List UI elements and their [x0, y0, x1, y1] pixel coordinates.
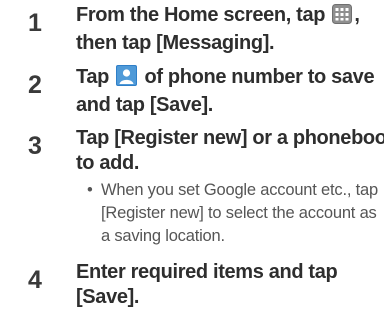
note-line: [Register new] to select the account as	[101, 204, 377, 222]
step-title: Tap of phone number to save and tap [Sav…	[76, 65, 381, 118]
step-title-text: of phone number to save	[144, 66, 375, 88]
step-title-text: Tap	[76, 66, 110, 88]
step-number: 2	[28, 71, 42, 99]
step-title-text: ,	[354, 4, 360, 26]
contact-avatar-icon	[116, 65, 138, 93]
step-title: From the Home screen, tap , then tap [Me…	[76, 3, 381, 56]
step-number: 1	[28, 9, 42, 37]
bullet-icon: •	[87, 181, 93, 199]
step-number: 4	[28, 266, 42, 294]
note-line: a saving location.	[101, 227, 225, 245]
step-title: Enter required items and tap [Save].	[76, 260, 381, 310]
step-title-text: then tap [Messaging].	[76, 32, 275, 54]
step-title-text: and tap [Save].	[76, 94, 214, 116]
step-number: 3	[28, 132, 42, 160]
note-line: When you set Google account etc., tap	[101, 181, 378, 199]
step-note: • When you set Google account etc., tap …	[87, 179, 384, 248]
step-title-text: Enter required items and tap	[76, 261, 338, 283]
step-title: Tap [Register new] or a phonebook to add…	[76, 126, 384, 176]
step-title-text: Tap [Register new] or a phonebook	[76, 127, 384, 149]
step-title-text: From the Home screen, tap	[76, 4, 326, 26]
step-title-text: to add.	[76, 152, 140, 174]
apps-grid-icon	[332, 4, 353, 31]
step-title-text: [Save].	[76, 286, 140, 308]
